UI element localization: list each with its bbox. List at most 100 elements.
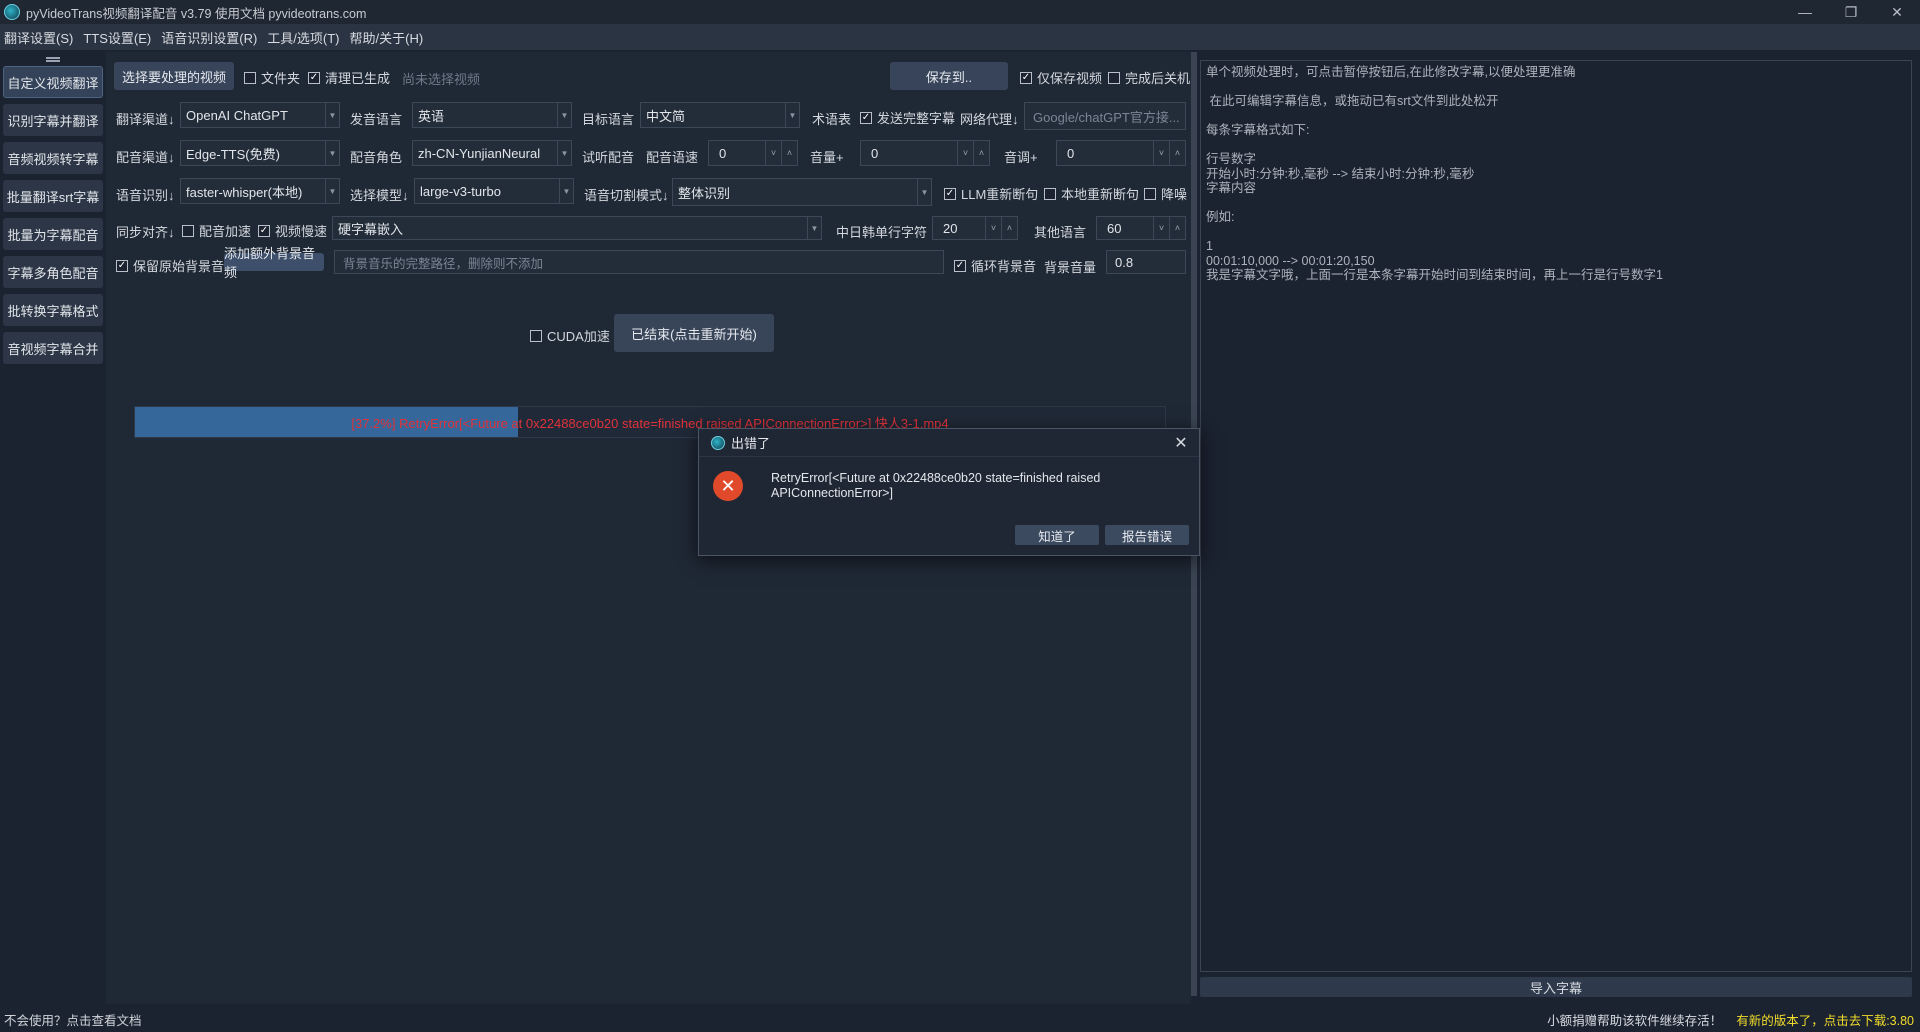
cjk-chars-spinbox[interactable]: 20 ˅ ˄ (932, 216, 1018, 240)
tts-channel-select[interactable]: Edge-TTS(免费) ▼ (180, 140, 340, 166)
voice-role-select[interactable]: zh-CN-YunjianNeural ▼ (412, 140, 572, 166)
cuda-checkbox[interactable]: CUDA加速 (530, 326, 610, 345)
close-window-button[interactable]: ✕ (1874, 0, 1920, 24)
llm-resplit-checkbox[interactable]: ✓ LLM重新断句 (944, 184, 1038, 203)
proxy-label[interactable]: 网络代理↓ (960, 109, 1019, 128)
restore-button[interactable]: ❐ (1828, 0, 1874, 24)
row-dubbing: 配音渠道↓ Edge-TTS(免费) ▼ 配音角色 zh-CN-YunjianNe… (106, 140, 1191, 170)
tts-channel-value: Edge-TTS(免费) (186, 146, 280, 162)
tts-speedup-checkbox[interactable]: 配音加速 (182, 221, 251, 240)
loop-bg-checkbox[interactable]: ✓ 循环背景音 (954, 256, 1036, 275)
send-full-subtitle-checkbox[interactable]: ✓ 发送完整字幕 (860, 108, 955, 127)
sidebar-item-custom-video-translate[interactable]: 自定义视频翻译 (3, 66, 103, 98)
sidebar-handle-icon[interactable] (0, 52, 106, 66)
checkbox-box[interactable]: ✓ (258, 224, 270, 237)
model-label[interactable]: 选择模型↓ (350, 185, 409, 204)
checkbox-box[interactable]: ✓ (944, 187, 956, 200)
chevron-down-icon: ▼ (557, 103, 571, 127)
sidebar-item-av-to-subtitle[interactable]: 音频视频转字幕 (3, 142, 103, 174)
sidebar-item-batch-dub[interactable]: 批量为字幕配音 (3, 218, 103, 250)
model-select[interactable]: large-v3-turbo ▼ (414, 178, 574, 204)
spin-up-icon[interactable]: ˄ (973, 141, 989, 165)
sidebar-item-batch-translate-srt[interactable]: 批量翻译srt字幕 (3, 180, 103, 212)
preview-voice-button[interactable]: 试听配音 (582, 147, 634, 166)
glossary-button[interactable]: 术语表 (812, 109, 851, 128)
spin-down-icon[interactable]: ˅ (985, 217, 1001, 239)
add-bg-audio-button[interactable]: 添加额外背景音频 (224, 246, 324, 280)
start-button[interactable]: 已结束(点击重新开始) (614, 314, 774, 352)
menu-translate-settings[interactable]: 翻译设置(S) (4, 28, 73, 47)
keep-bg-checkbox[interactable]: ✓ 保留原始背景音 (116, 256, 224, 275)
help-doc-link[interactable]: 不会使用？点击查看文档 (4, 1010, 142, 1029)
video-slowdown-checkbox[interactable]: ✓ 视频慢速 (258, 221, 327, 240)
checkbox-box[interactable]: ✓ (860, 111, 872, 124)
checkbox-box[interactable] (1144, 187, 1156, 200)
clear-generated-checkbox[interactable]: ✓ 清理已生成 (308, 68, 390, 87)
spin-up-icon[interactable]: ˄ (781, 141, 797, 165)
cjk-chars-label: 中日韩单行字符 (836, 225, 928, 240)
checkbox-box[interactable]: ✓ (1020, 71, 1032, 84)
volume-spinbox[interactable]: 0 ˅ ˄ (860, 140, 990, 166)
checkbox-box[interactable]: ✓ (954, 259, 966, 272)
chevron-down-icon: ▼ (557, 141, 571, 165)
shutdown-after-checkbox[interactable]: 完成后关机 (1108, 68, 1190, 87)
source-lang-label: 发音语言 (350, 112, 403, 127)
source-lang-value: 英语 (418, 108, 445, 124)
denoise-checkbox[interactable]: 降噪 (1144, 184, 1187, 203)
volume-value: 0 (871, 145, 879, 161)
source-lang-select[interactable]: 英语 ▼ (412, 102, 572, 128)
menu-asr-settings[interactable]: 语音识别设置(R) (161, 28, 257, 47)
save-to-button[interactable]: 保存到.. (890, 62, 1008, 90)
pitch-spinbox[interactable]: 0 ˅ ˄ (1056, 140, 1186, 166)
target-lang-select[interactable]: 中文简 ▼ (640, 102, 800, 128)
spin-down-icon[interactable]: ˅ (1153, 217, 1169, 239)
speed-spinbox[interactable]: 0 ˅ ˄ (708, 140, 798, 166)
checkbox-box[interactable]: ✓ (308, 71, 320, 84)
asr-label: 语音识别↓ (116, 188, 175, 203)
sidebar-item-multi-role-dub[interactable]: 字幕多角色配音 (3, 256, 103, 288)
asr-select[interactable]: faster-whisper(本地) ▼ (180, 178, 340, 204)
other-lang-spinbox[interactable]: 60 ˅ ˄ (1096, 216, 1186, 240)
checkbox-box[interactable] (1044, 187, 1056, 200)
menu-help[interactable]: 帮助/关于(H) (350, 28, 424, 47)
close-icon[interactable]: ✕ (1171, 433, 1191, 453)
minimize-button[interactable]: — (1782, 0, 1828, 24)
proxy-input[interactable]: Google/chatGPT官方接... (1024, 102, 1186, 130)
sidebar-item-recognize-translate[interactable]: 识别字幕并翻译 (3, 104, 103, 136)
video-slowdown-label: 视频慢速 (275, 224, 328, 239)
update-link[interactable]: 有新的版本了，点击去下载:3.80 (1736, 1010, 1914, 1029)
sidebar-item-convert-format[interactable]: 批转换字幕格式 (3, 294, 103, 326)
report-error-button[interactable]: 报告错误 (1105, 525, 1189, 545)
folder-checkbox[interactable]: 文件夹 (244, 68, 300, 87)
sidebar-item-merge[interactable]: 音视频字幕合并 (3, 332, 103, 364)
bg-audio-path-input[interactable]: 背景音乐的完整路径，删除则不添加 (334, 250, 944, 274)
split-mode-select[interactable]: 整体识别 ▼ (672, 178, 932, 206)
donate-link[interactable]: 小额捐赠帮助该软件继续存活！ (1547, 1010, 1722, 1029)
checkbox-box[interactable] (530, 329, 542, 342)
spin-up-icon[interactable]: ˄ (1001, 217, 1017, 239)
checkbox-box[interactable]: ✓ (116, 259, 128, 272)
only-save-video-checkbox[interactable]: ✓ 仅保存视频 (1020, 68, 1102, 87)
spin-up-icon[interactable]: ˄ (1169, 141, 1185, 165)
spin-down-icon[interactable]: ˅ (957, 141, 973, 165)
spin-down-icon[interactable]: ˅ (765, 141, 781, 165)
tts-speedup-label: 配音加速 (199, 224, 252, 239)
subtitle-text-line (1206, 196, 1906, 211)
split-mode-label[interactable]: 语音切割模式↓ (584, 185, 669, 204)
translate-channel-select[interactable]: OpenAI ChatGPT ▼ (180, 102, 340, 128)
import-subtitle-button[interactable]: 导入字幕 (1200, 977, 1912, 997)
checkbox-box[interactable] (244, 71, 256, 84)
subtitle-editor[interactable]: 单个视频处理时，可点击暂停按钮后,在此修改字幕,以便处理更准确 在此可编辑字幕信… (1200, 60, 1912, 972)
menu-tools[interactable]: 工具/选项(T) (267, 28, 339, 47)
spin-up-icon[interactable]: ˄ (1169, 217, 1185, 239)
align-label[interactable]: 同步对齐↓ (116, 222, 175, 241)
spin-down-icon[interactable]: ˅ (1153, 141, 1169, 165)
bg-volume-input[interactable]: 0.8 (1106, 250, 1186, 274)
ok-button[interactable]: 知道了 (1015, 525, 1099, 545)
subtitle-mode-select[interactable]: 硬字幕嵌入 ▼ (332, 216, 822, 240)
checkbox-box[interactable] (1108, 71, 1120, 84)
local-resplit-checkbox[interactable]: 本地重新断句 (1044, 184, 1139, 203)
select-video-button[interactable]: 选择要处理的视频 (114, 62, 234, 90)
checkbox-box[interactable] (182, 224, 194, 237)
menu-tts-settings[interactable]: TTS设置(E) (83, 28, 151, 47)
